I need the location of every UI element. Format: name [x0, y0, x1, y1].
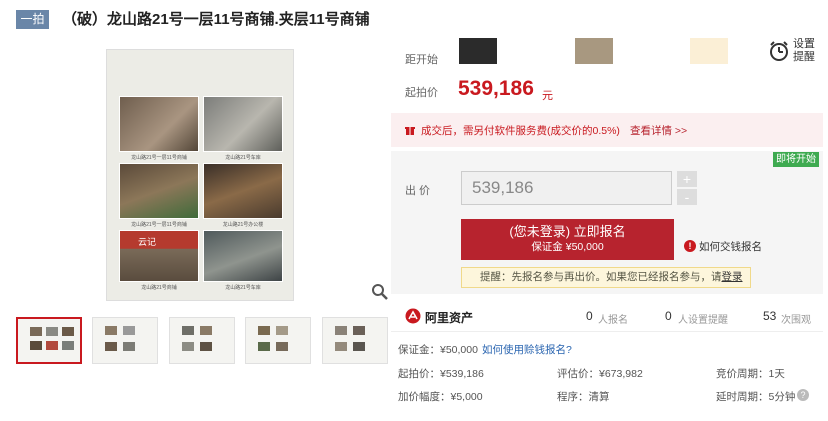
procedure-row: 程序：清算 — [557, 389, 610, 404]
status-badge: 即将开始 — [773, 152, 819, 167]
views-label: 次围观 — [781, 315, 811, 326]
signup-button-label: (您未登录) 立即报名 — [509, 224, 626, 239]
views-count: 53 — [763, 309, 777, 323]
thumbnail-5[interactable] — [322, 317, 388, 364]
signups-label: 人报名 — [598, 315, 628, 326]
photo-caption: 龙山路21号车库 — [225, 155, 261, 161]
stats-row: 阿里资产 0 人报名 0 人设置提醒 53 次围观 — [391, 302, 823, 332]
bid-decrease-button[interactable]: - — [677, 189, 697, 205]
zoom-icon[interactable] — [371, 283, 389, 301]
delay-label: 延时周期： — [716, 391, 769, 403]
photo-3 — [119, 163, 199, 219]
platform-name: 阿里资产 — [425, 311, 474, 325]
bid-cycle-row: 竞价周期：1天 — [716, 366, 785, 381]
start-price-value: 539,186 — [458, 77, 534, 100]
procedure-label: 程序： — [557, 391, 589, 403]
eval-price-row: 评估价：¥673,982 — [557, 366, 643, 381]
fee-details-link[interactable]: 查看详情 >> — [630, 123, 687, 138]
photo-caption: 龙山路21号车库 — [225, 285, 261, 291]
start-price-detail-label: 起拍价： — [398, 368, 440, 380]
help-icon[interactable]: ? — [797, 389, 809, 401]
page-title: （破）龙山路21号一层11号商铺.夹层11号商铺 — [62, 11, 370, 28]
eval-price-value: ¥673,982 — [599, 368, 643, 380]
login-tip: 提醒：先报名参与再出价。如果您已经报名参与，请登录 — [461, 267, 751, 288]
deposit-value: ¥50,000 — [440, 344, 478, 356]
ali-assets-logo-icon — [405, 308, 421, 324]
signup-button[interactable]: (您未登录) 立即报名 保证金 ¥50,000 — [461, 219, 674, 260]
thumbnail-3[interactable] — [169, 317, 235, 364]
photo-2 — [203, 96, 283, 152]
deposit-row: 保证金：¥50,000 — [398, 342, 478, 357]
photo-5: 云记 — [119, 230, 199, 282]
loan-signup-link[interactable]: 如何使用赊钱报名? — [482, 342, 572, 357]
bid-increase-button[interactable]: + — [677, 171, 697, 187]
photo-caption: 龙山路21号商铺 — [141, 285, 177, 291]
info-icon: ! — [684, 240, 696, 252]
delay-row: 延时周期：5分钟 — [716, 389, 795, 404]
countdown-box-days — [459, 38, 497, 64]
main-image[interactable]: 龙山路21号一层11号商铺 龙山路21号车库 龙山路21号一层11号商铺 龙山路… — [106, 49, 294, 301]
countdown-box-hours — [575, 38, 613, 64]
thumbnail-1[interactable] — [16, 317, 82, 364]
photo-1 — [119, 96, 199, 152]
how-to-pay-link[interactable]: 如何交钱报名 — [699, 239, 762, 254]
bid-label: 出 价 — [405, 185, 431, 197]
fee-notice-text: 成交后，需另付软件服务费(成交价的0.5%) — [421, 125, 620, 137]
photo-4 — [203, 163, 283, 219]
reminders-count: 0 — [665, 309, 672, 323]
increment-label: 加价幅度： — [398, 391, 451, 403]
auction-type-badge: 一拍 — [16, 10, 49, 29]
gift-icon — [405, 127, 415, 135]
countdown-label: 距开始 — [405, 54, 438, 66]
bid-input[interactable]: 539,186 — [461, 171, 672, 205]
thumbnail-4[interactable] — [245, 317, 311, 364]
eval-price-label: 评估价： — [557, 368, 599, 380]
delay-value: 5分钟 — [768, 391, 796, 403]
currency-unit: 元 — [542, 90, 553, 102]
bid-cycle-value: 1天 — [768, 368, 785, 380]
start-price-row: 起拍价：¥539,186 — [398, 366, 484, 381]
deposit-label: 保证金： — [398, 344, 440, 356]
thumbnail-2[interactable] — [92, 317, 158, 364]
set-reminder-button[interactable]: 设置提醒 — [793, 38, 817, 64]
alarm-clock-icon[interactable] — [768, 40, 790, 62]
photo-6 — [203, 230, 283, 282]
signup-deposit-label: 保证金 ¥50,000 — [531, 241, 604, 253]
fee-notice-bar: 成交后，需另付软件服务费(成交价的0.5%) 查看详情 >> — [391, 113, 823, 147]
procedure-value: 清算 — [588, 391, 610, 403]
reminders-label: 人设置提醒 — [678, 315, 728, 326]
start-price-detail-value: ¥539,186 — [440, 368, 484, 380]
start-price-label: 起拍价 — [405, 87, 438, 99]
login-link[interactable]: 登录 — [722, 271, 743, 283]
signups-count: 0 — [586, 309, 593, 323]
login-tip-text: 提醒：先报名参与再出价。如果您已经报名参与，请 — [480, 271, 722, 283]
increment-row: 加价幅度：¥5,000 — [398, 389, 483, 404]
increment-value: ¥5,000 — [450, 391, 483, 403]
photo-caption: 龙山路21号一层11号商铺 — [131, 155, 187, 161]
bid-cycle-label: 竞价周期： — [716, 368, 769, 380]
shop-sign-text: 云记 — [138, 237, 157, 247]
photo-caption: 龙山路21号办公楼 — [222, 222, 264, 228]
photo-caption: 龙山路21号一层11号商铺 — [131, 222, 187, 228]
countdown-box-minutes — [690, 38, 728, 64]
